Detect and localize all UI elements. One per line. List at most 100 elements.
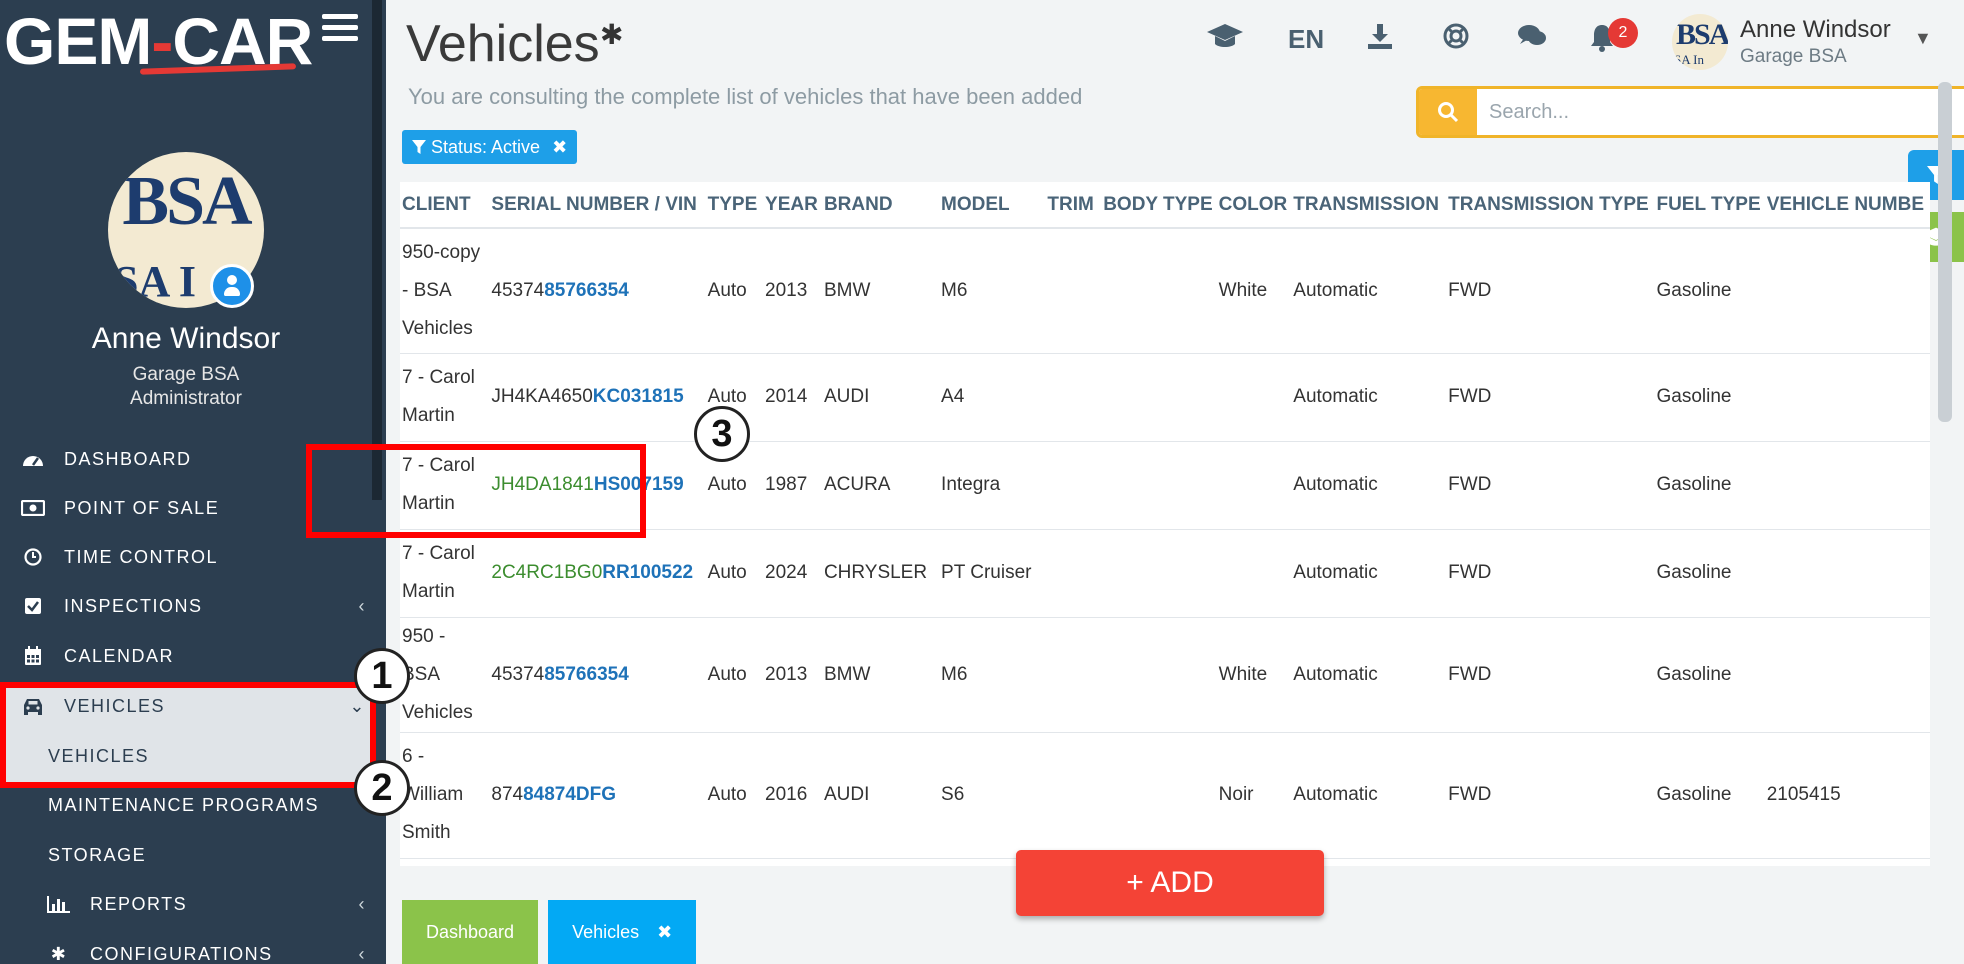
gear-icon[interactable]: ✱ — [600, 18, 623, 51]
cell-body — [1103, 441, 1219, 530]
sidebar-item-configurations[interactable]: ✱ CONFIGURATIONS ‹ — [0, 930, 372, 964]
sidebar-subitem-storage[interactable]: STORAGE — [0, 831, 372, 879]
search-button[interactable] — [1419, 89, 1477, 135]
cell-color — [1218, 353, 1294, 442]
table-row[interactable]: 950 - BSA Vehicles 4537485766354 Auto 2013 B… — [400, 617, 1930, 733]
cell-vin[interactable]: 4537485766354 — [491, 228, 708, 354]
user-profile-icon[interactable] — [210, 264, 254, 308]
table-row[interactable]: 7 - Carol Martin 2C4RC1BG0RR100522 Auto 202… — [400, 529, 1930, 618]
cell-fuel: Gasoline — [1656, 617, 1767, 733]
column-header-transmission-type[interactable]: TRANSMISSION TYPE — [1448, 182, 1657, 229]
cell-year: 1987 — [765, 441, 824, 530]
cell-trans: Automatic — [1293, 732, 1449, 859]
table-row[interactable]: 950-copy - BSA Vehicles 4537485766354 Auto… — [400, 228, 1930, 354]
vin-prefix: 874 — [491, 784, 524, 805]
close-icon[interactable]: ✖ — [552, 137, 567, 158]
sidebar-item-reports[interactable]: REPORTS ‹ — [0, 880, 372, 928]
cell-trans: Automatic — [1293, 617, 1449, 733]
bar-chart-icon — [46, 893, 72, 915]
lifebuoy-icon[interactable] — [1442, 22, 1470, 57]
vin-suffix-link[interactable]: 85766354 — [544, 664, 629, 685]
column-header-body-type[interactable]: BODY TYPE — [1103, 182, 1219, 229]
cell-year: 2013 — [765, 617, 824, 733]
close-icon[interactable]: ✖ — [657, 922, 672, 943]
chevron-left-icon: ‹ — [358, 893, 366, 914]
vin-suffix-link[interactable]: 84874DFG — [523, 784, 616, 805]
cell-brand: AUDI — [823, 732, 942, 859]
status-filter-chip[interactable]: Status: Active ✖ — [402, 130, 578, 164]
graduation-cap-icon[interactable] — [1206, 22, 1244, 57]
cell-fuel: Gasoline — [1656, 228, 1767, 354]
column-header-model[interactable]: MODEL — [941, 182, 1048, 229]
sidebar-item-inspections[interactable]: INSPECTIONS ‹ — [0, 582, 372, 630]
caret-down-icon[interactable]: ▼ — [1914, 28, 1932, 49]
chat-icon[interactable] — [1516, 22, 1548, 57]
download-icon[interactable] — [1366, 22, 1394, 57]
cell-client[interactable]: 2 - Anne — [400, 858, 492, 866]
column-header-fuel-type[interactable]: FUEL TYPE — [1656, 182, 1767, 229]
table-row[interactable]: 6 - William Smith 87484874DFG Auto 2016 AUDI… — [400, 732, 1930, 859]
hamburger-menu-icon[interactable] — [322, 14, 358, 44]
sidebar-scrollbar[interactable] — [372, 0, 382, 500]
cell-vin[interactable]: 4537485766354 — [491, 617, 708, 733]
search-box — [1416, 86, 1964, 138]
sidebar-subitem-maintenance-programs[interactable]: MAINTENANCE PROGRAMS — [0, 781, 372, 829]
cell-trans: Automatic — [1293, 529, 1449, 618]
cell-vin[interactable]: 87484874DFG — [491, 732, 708, 859]
cell-trim — [1047, 441, 1104, 530]
vin-suffix-link[interactable]: 85766354 — [544, 280, 629, 301]
cell-vnum — [1766, 353, 1930, 442]
table-scrollbar[interactable] — [1938, 82, 1952, 422]
cell-brand: CHRYSLER — [823, 529, 942, 618]
checkbox-icon — [20, 595, 46, 617]
column-header-vin[interactable]: SERIAL NUMBER / VIN — [491, 182, 708, 229]
cell-color: White — [1218, 228, 1294, 354]
table-row[interactable]: 7 - Carol Martin JH4KA4650KC031815 Auto 201… — [400, 353, 1930, 442]
cell-trans: Automatic — [1293, 353, 1449, 442]
cell-fuel: Gasoline — [1656, 441, 1767, 530]
column-header-vehicle-number[interactable]: VEHICLE NUMBE — [1766, 182, 1930, 229]
topbar-user-name[interactable]: Anne Windsor — [1740, 16, 1891, 44]
search-input[interactable] — [1479, 89, 1964, 135]
column-header-type[interactable]: TYPE — [707, 182, 766, 229]
filter-icon — [412, 140, 426, 154]
column-header-year[interactable]: YEAR — [765, 182, 824, 229]
cell-client[interactable]: 6 - William Smith — [400, 732, 492, 859]
cell-type: Auto — [707, 617, 766, 733]
column-header-trim[interactable]: TRIM — [1047, 182, 1104, 229]
cell-body — [1103, 529, 1219, 618]
cell-brand: BMW — [823, 617, 942, 733]
cell-client[interactable]: 7 - Carol Martin — [400, 529, 492, 618]
sidebar-item-time-control[interactable]: TIME CONTROL — [0, 533, 372, 581]
column-header-transmission[interactable]: TRANSMISSION — [1293, 182, 1449, 229]
cell-vin[interactable] — [491, 858, 708, 866]
cell-color: White — [1218, 617, 1294, 733]
cell-color — [1218, 441, 1294, 530]
cell-vin[interactable]: JH4KA4650KC031815 — [491, 353, 708, 442]
column-header-brand[interactable]: BRAND — [823, 182, 942, 229]
gear-icon: ✱ — [50, 943, 68, 964]
column-header-client[interactable]: CLIENT — [400, 182, 492, 229]
cell-year: 2024 — [765, 529, 824, 618]
cell-trim — [1047, 617, 1104, 733]
user-avatar[interactable]: BSA SA In — [1672, 14, 1728, 70]
bottom-tab-vehicles[interactable]: Vehicles ✖ — [548, 900, 697, 964]
cell-client[interactable]: 7 - Carol Martin — [400, 353, 492, 442]
cell-brand: ACURA — [823, 441, 942, 530]
cell-trans-type: FWD — [1448, 529, 1657, 618]
vin-prefix: 45374 — [491, 279, 545, 301]
cell-trim — [1047, 353, 1104, 442]
vin-suffix-link[interactable]: KC031815 — [593, 386, 684, 407]
cell-client[interactable]: 950 - BSA Vehicles — [400, 617, 492, 733]
bottom-tab-dashboard[interactable]: Dashboard — [402, 900, 539, 964]
language-selector[interactable]: EN — [1288, 24, 1324, 55]
cell-model: M6 — [941, 228, 1048, 354]
cell-client[interactable]: 950-copy - BSA Vehicles — [400, 228, 492, 354]
cell-trim — [1047, 529, 1104, 618]
sidebar-item-calendar[interactable]: CALENDAR — [0, 632, 372, 680]
vin-suffix-link[interactable]: RR100522 — [602, 562, 693, 583]
column-header-color[interactable]: COLOR — [1218, 182, 1294, 229]
cell-brand: AUDI — [823, 353, 942, 442]
cell-vin[interactable]: 2C4RC1BG0RR100522 — [491, 529, 708, 618]
add-vehicle-button[interactable]: + ADD — [1016, 850, 1324, 916]
